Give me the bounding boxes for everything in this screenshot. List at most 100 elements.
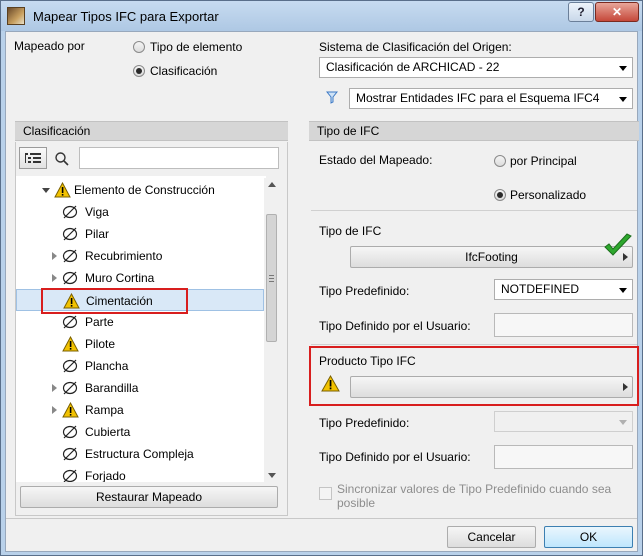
product-user-defined-type-field[interactable]: [494, 445, 633, 469]
tree-item-label: Barandilla: [85, 381, 139, 395]
excluded-icon: [62, 315, 78, 329]
source-system-label: Sistema de Clasificación del Origen:: [319, 40, 512, 54]
tree-item-label: Viga: [85, 205, 109, 219]
dialog-body: Mapeado por Tipo de elemento Clasificaci…: [5, 31, 639, 552]
excluded-icon: [62, 447, 78, 461]
classification-tree: Elemento de Construcción Viga Pilar Recu…: [16, 176, 266, 482]
tree-item-pilar[interactable]: Pilar: [16, 223, 260, 245]
tree-item-barandilla[interactable]: Barandilla: [16, 377, 260, 399]
ifc-type-label: Tipo de IFC: [319, 224, 382, 238]
tree-scrollbar[interactable]: [264, 178, 279, 482]
tree-item-plancha[interactable]: Plancha: [16, 355, 260, 377]
expand-arrow-icon[interactable]: [52, 252, 57, 260]
radio-by-parent[interactable]: [494, 155, 506, 167]
radio-element-type-label: Tipo de elemento: [150, 40, 243, 54]
tree-item-parte[interactable]: Parte: [16, 311, 260, 333]
user-defined-type-label: Tipo Definido por el Usuario:: [319, 319, 471, 333]
excluded-icon: [62, 205, 78, 219]
expand-arrow-icon[interactable]: [52, 384, 57, 392]
radio-custom[interactable]: [494, 189, 506, 201]
restore-mapping-button[interactable]: Restaurar Mapeado: [20, 486, 278, 508]
cancel-button[interactable]: Cancelar: [447, 526, 536, 548]
divider: [311, 210, 637, 211]
excluded-icon: [62, 469, 78, 482]
tree-item-label: Plancha: [85, 359, 129, 373]
user-defined-type-field[interactable]: [494, 313, 633, 337]
tree-item-label: Cubierta: [85, 425, 131, 439]
sync-predefined-label-line1: Sincronizar valores de Tipo Predefinido …: [337, 482, 612, 496]
ifc-schema-filter-value: Mostrar Entidades IFC para el Esquema IF…: [356, 91, 600, 105]
classification-panel-header: Clasificación: [15, 121, 288, 141]
mapping-label: Mapeado por: [14, 39, 85, 53]
product-predefined-type-select[interactable]: [494, 411, 633, 432]
archicad-app-icon: [7, 7, 25, 25]
search-input[interactable]: [79, 147, 279, 169]
tree-item-label: Estructura Compleja: [85, 447, 194, 461]
tree-item-label: Forjado: [85, 469, 126, 482]
ifc-type-button[interactable]: IfcFooting: [350, 246, 633, 268]
tree-item-cubierta[interactable]: Cubierta: [16, 421, 260, 443]
tree-item-pilote[interactable]: Pilote: [16, 333, 260, 355]
chevron-down-icon: [619, 97, 627, 102]
excluded-icon: [62, 381, 78, 395]
tree-item-estructura-compleja[interactable]: Estructura Compleja: [16, 443, 260, 465]
scroll-up-icon[interactable]: [268, 182, 276, 187]
help-button[interactable]: ?: [568, 2, 594, 22]
excluded-icon: [62, 425, 78, 439]
tree-item-forjado[interactable]: Forjado: [16, 465, 260, 482]
excluded-icon: [62, 227, 78, 241]
expand-arrow-icon[interactable]: [52, 406, 57, 414]
window-title: Mapear Tipos IFC para Exportar: [33, 9, 219, 24]
footer-divider: [6, 518, 637, 519]
tree-item-label: Recubrimiento: [85, 249, 163, 263]
tree-item-elemento-construccion[interactable]: Elemento de Construcción: [16, 179, 260, 201]
product-predefined-type-label: Tipo Predefinido:: [319, 416, 410, 430]
product-ifc-type-button[interactable]: [350, 376, 633, 398]
excluded-icon: [62, 249, 78, 263]
scroll-thumb[interactable]: [266, 214, 277, 342]
collapse-arrow-icon[interactable]: [42, 188, 50, 193]
predefined-type-label: Tipo Predefinido:: [319, 284, 410, 298]
radio-by-parent-label: por Principal: [510, 154, 577, 168]
radio-element-type[interactable]: [133, 41, 145, 53]
search-icon: [55, 152, 69, 166]
tree-item-label: Pilar: [85, 227, 110, 241]
warning-icon: [62, 336, 79, 352]
tree-list-icon: [25, 153, 41, 163]
tree-item-label: Parte: [85, 315, 114, 329]
chevron-down-icon: [619, 66, 627, 71]
source-system-select[interactable]: Clasificación de ARCHICAD - 22: [319, 57, 633, 78]
tree-view-toggle[interactable]: [19, 147, 47, 169]
ok-button[interactable]: OK: [544, 526, 633, 548]
chevron-right-icon: [623, 383, 628, 391]
chevron-down-icon: [619, 420, 627, 425]
product-user-defined-type-label: Tipo Definido por el Usuario:: [319, 450, 471, 464]
scroll-down-icon[interactable]: [268, 473, 276, 478]
warning-icon: [54, 182, 71, 198]
tree-item-label: Rampa: [85, 403, 124, 417]
expand-arrow-icon[interactable]: [52, 274, 57, 282]
predefined-type-value: NOTDEFINED: [501, 282, 579, 296]
chevron-down-icon: [619, 288, 627, 293]
ifc-schema-filter-select[interactable]: Mostrar Entidades IFC para el Esquema IF…: [349, 88, 633, 109]
checkmark-icon: [604, 233, 632, 256]
radio-classification-label: Clasificación: [150, 64, 218, 78]
tree-item-muro-cortina[interactable]: Muro Cortina: [16, 267, 260, 289]
tree-item-label: Muro Cortina: [85, 271, 155, 285]
sync-predefined-checkbox[interactable]: [319, 487, 332, 500]
warning-icon: [62, 402, 79, 418]
excluded-icon: [62, 271, 78, 285]
radio-classification[interactable]: [133, 65, 145, 77]
ifc-type-panel-header: Tipo de IFC: [309, 121, 639, 141]
tree-item-rampa[interactable]: Rampa: [16, 399, 260, 421]
mapping-state-label: Estado del Mapeado:: [319, 153, 433, 167]
divider: [311, 344, 637, 345]
close-button[interactable]: ✕: [595, 2, 639, 22]
tree-item-viga[interactable]: Viga: [16, 201, 260, 223]
excluded-icon: [62, 359, 78, 373]
predefined-type-select[interactable]: NOTDEFINED: [494, 279, 633, 300]
highlight-frame: [41, 288, 188, 314]
tree-item-label: Pilote: [85, 337, 116, 351]
sync-predefined-label-line2: posible: [337, 496, 376, 510]
tree-item-recubrimiento[interactable]: Recubrimiento: [16, 245, 260, 267]
